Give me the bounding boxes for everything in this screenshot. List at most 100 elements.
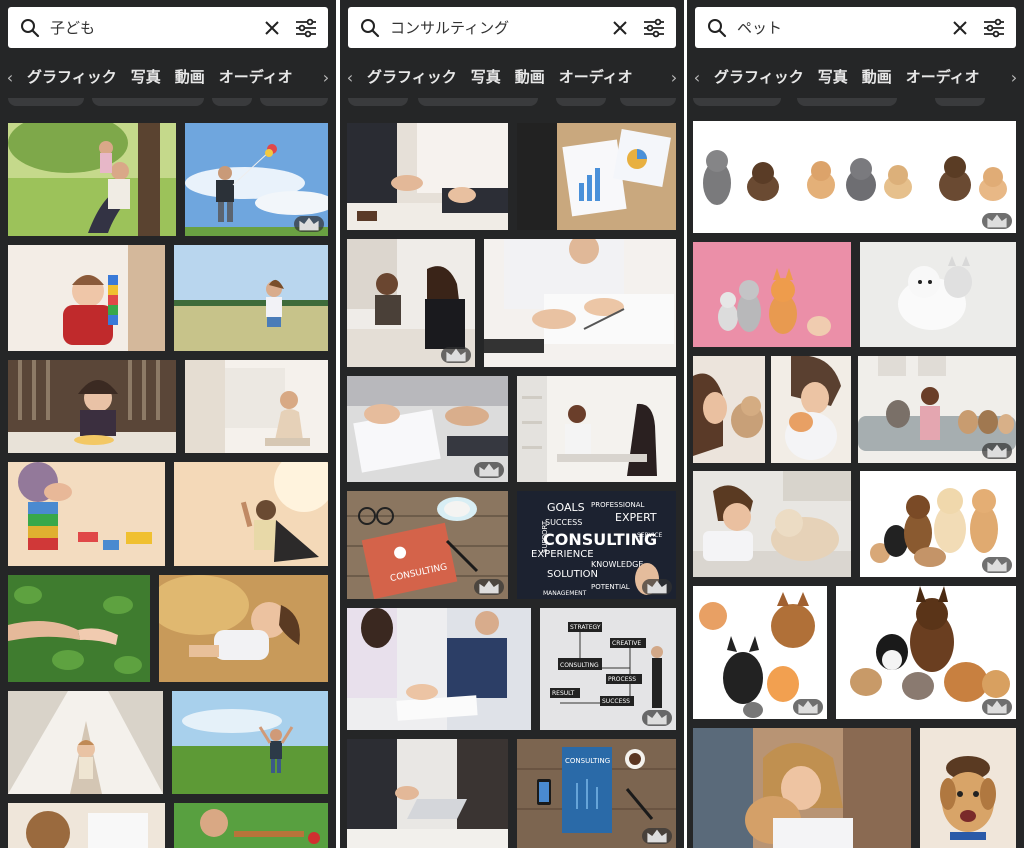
- photo-tile-girl-puppy[interactable]: [693, 356, 765, 463]
- photo-tile-toddler-table[interactable]: [8, 360, 176, 453]
- chevron-right-icon[interactable]: ›: [316, 68, 336, 87]
- tab-videos[interactable]: 動画: [508, 62, 552, 92]
- crown-icon: [982, 443, 1012, 459]
- search-input[interactable]: [382, 18, 598, 37]
- photo-tile-building-blocks[interactable]: [8, 462, 165, 566]
- close-icon[interactable]: [260, 16, 284, 40]
- filter-chip[interactable]: [92, 98, 204, 106]
- close-icon[interactable]: [608, 16, 632, 40]
- crown-icon: [982, 213, 1012, 229]
- photo-tile-flowchart-wall[interactable]: STRATEGY CREATIVE CONSULTING PROCESS RES…: [540, 608, 676, 730]
- search-icon[interactable]: [358, 16, 382, 40]
- filter-chip[interactable]: [8, 98, 84, 106]
- photo-tile-girl-field[interactable]: [174, 245, 328, 351]
- crown-icon: [642, 579, 672, 595]
- word-potential: POTENTIAL: [591, 583, 630, 591]
- tab-audio[interactable]: オーディオ: [552, 62, 640, 92]
- flow-process: PROCESS: [608, 676, 636, 683]
- filter-chip[interactable]: [797, 98, 897, 106]
- photo-tile-boy-cape[interactable]: [174, 462, 328, 566]
- photo-tile-consulting-notebook[interactable]: CONSULTING: [517, 739, 676, 848]
- filter-chip[interactable]: [260, 98, 328, 106]
- photo-tile-dogs-pink[interactable]: [693, 242, 851, 347]
- word-support: SUPPORT: [541, 520, 549, 553]
- filter-sliders-icon[interactable]: [982, 16, 1006, 40]
- photo-tile-word-cloud[interactable]: GOALS PROFESSIONAL EXPERT SUCCESS CONSUL…: [517, 491, 676, 599]
- photo-tile-puppy-kitten-rabbits[interactable]: [836, 586, 1016, 719]
- filter-chip[interactable]: [348, 98, 408, 106]
- close-icon[interactable]: [948, 16, 972, 40]
- chevron-left-icon[interactable]: ‹: [340, 68, 360, 87]
- tab-graphics[interactable]: グラフィック: [20, 62, 124, 92]
- filter-chip[interactable]: [418, 98, 538, 106]
- filter-chip[interactable]: [212, 98, 252, 106]
- flow-success: SUCCESS: [602, 698, 630, 705]
- photo-tile-meeting-gavel[interactable]: [347, 123, 508, 230]
- photo-tile-handshake-desk[interactable]: [347, 376, 508, 482]
- search-panel-consulting: ‹ グラフィック 写真 動画 オーディオ › CONSULTING: [340, 0, 684, 848]
- photo-tile-toy-train[interactable]: [174, 803, 328, 848]
- crown-icon: [793, 699, 823, 715]
- chevron-left-icon[interactable]: ‹: [687, 68, 707, 87]
- photo-tile-pets-row[interactable]: [693, 121, 1016, 233]
- word-expert: EXPERT: [615, 511, 657, 524]
- photo-tile-laughing-girl[interactable]: [159, 575, 328, 682]
- search-panel-pets: ‹ グラフィック 写真 動画 オーディオ ›: [687, 0, 1024, 848]
- photo-tile-girl-husky[interactable]: [693, 471, 851, 577]
- photo-tile-white-dog-cat[interactable]: [860, 242, 1016, 347]
- chevron-right-icon[interactable]: ›: [664, 68, 684, 87]
- filter-sliders-icon[interactable]: [294, 16, 318, 40]
- photo-tile-woman-hugging-dog[interactable]: [693, 728, 911, 848]
- filter-chip[interactable]: [935, 98, 985, 106]
- photo-tile-interview[interactable]: [347, 239, 475, 367]
- photo-tile-boy-cat[interactable]: [771, 356, 851, 463]
- photo-tile-teepee-child[interactable]: [8, 691, 163, 794]
- tab-photos[interactable]: 写真: [464, 62, 508, 92]
- filter-chip[interactable]: [556, 98, 606, 106]
- photo-tile-boy-meadow[interactable]: [172, 691, 328, 794]
- tab-graphics[interactable]: グラフィック: [707, 62, 811, 92]
- chevron-right-icon[interactable]: ›: [1004, 68, 1024, 87]
- photo-tile-child-book[interactable]: [8, 803, 165, 848]
- tab-audio[interactable]: オーディオ: [212, 62, 300, 92]
- tab-graphics[interactable]: グラフィック: [360, 62, 464, 92]
- tab-videos[interactable]: 動画: [168, 62, 212, 92]
- photo-tile-office-meeting[interactable]: [517, 376, 676, 482]
- photo-tile-contract-signing[interactable]: [347, 608, 531, 730]
- photo-tile-consulting-card[interactable]: CONSULTING: [347, 491, 508, 599]
- chevron-left-icon[interactable]: ‹: [0, 68, 20, 87]
- filter-chip[interactable]: [693, 98, 781, 106]
- flow-creative: CREATIVE: [612, 640, 641, 647]
- search-input[interactable]: [729, 18, 938, 37]
- search-input[interactable]: [42, 18, 250, 37]
- photo-tile-dog-portrait[interactable]: [920, 728, 1016, 848]
- tab-photos[interactable]: 写真: [124, 62, 168, 92]
- word-service: SERVICE: [637, 532, 663, 539]
- photo-tile-kittens-puppies[interactable]: [693, 586, 827, 719]
- photo-tile-signing-document[interactable]: [484, 239, 676, 367]
- word-success: SUCCESS: [545, 518, 582, 527]
- word-professional: PROFESSIONAL: [591, 501, 645, 509]
- crown-icon: [474, 579, 504, 595]
- photo-tile-laptop-meeting[interactable]: [347, 739, 508, 848]
- search-icon[interactable]: [18, 16, 42, 40]
- photo-tile-mother-child-tree[interactable]: [8, 123, 176, 236]
- word-management: MANAGEMENT: [543, 590, 587, 597]
- filter-chips: [687, 98, 1024, 106]
- search-icon[interactable]: [705, 16, 729, 40]
- filter-sliders-icon[interactable]: [642, 16, 666, 40]
- photo-tile-boy-kite[interactable]: [185, 123, 328, 236]
- photo-tile-charts-desk[interactable]: [517, 123, 676, 230]
- tab-audio[interactable]: オーディオ: [899, 62, 987, 92]
- crown-icon: [474, 462, 504, 478]
- filter-chip[interactable]: [620, 98, 676, 106]
- photo-tile-dogs-cats-group[interactable]: [860, 471, 1016, 577]
- tab-photos[interactable]: 写真: [811, 62, 855, 92]
- photo-tile-hands-leaves[interactable]: [8, 575, 150, 682]
- filter-chips: [340, 98, 684, 106]
- word-knowledge: KNOWLEDGE: [591, 560, 643, 569]
- photo-tile-woman-dogs-sofa[interactable]: [858, 356, 1016, 463]
- tab-videos[interactable]: 動画: [855, 62, 899, 92]
- photo-tile-child-window[interactable]: [185, 360, 328, 453]
- photo-tile-toddler-blocks[interactable]: [8, 245, 165, 351]
